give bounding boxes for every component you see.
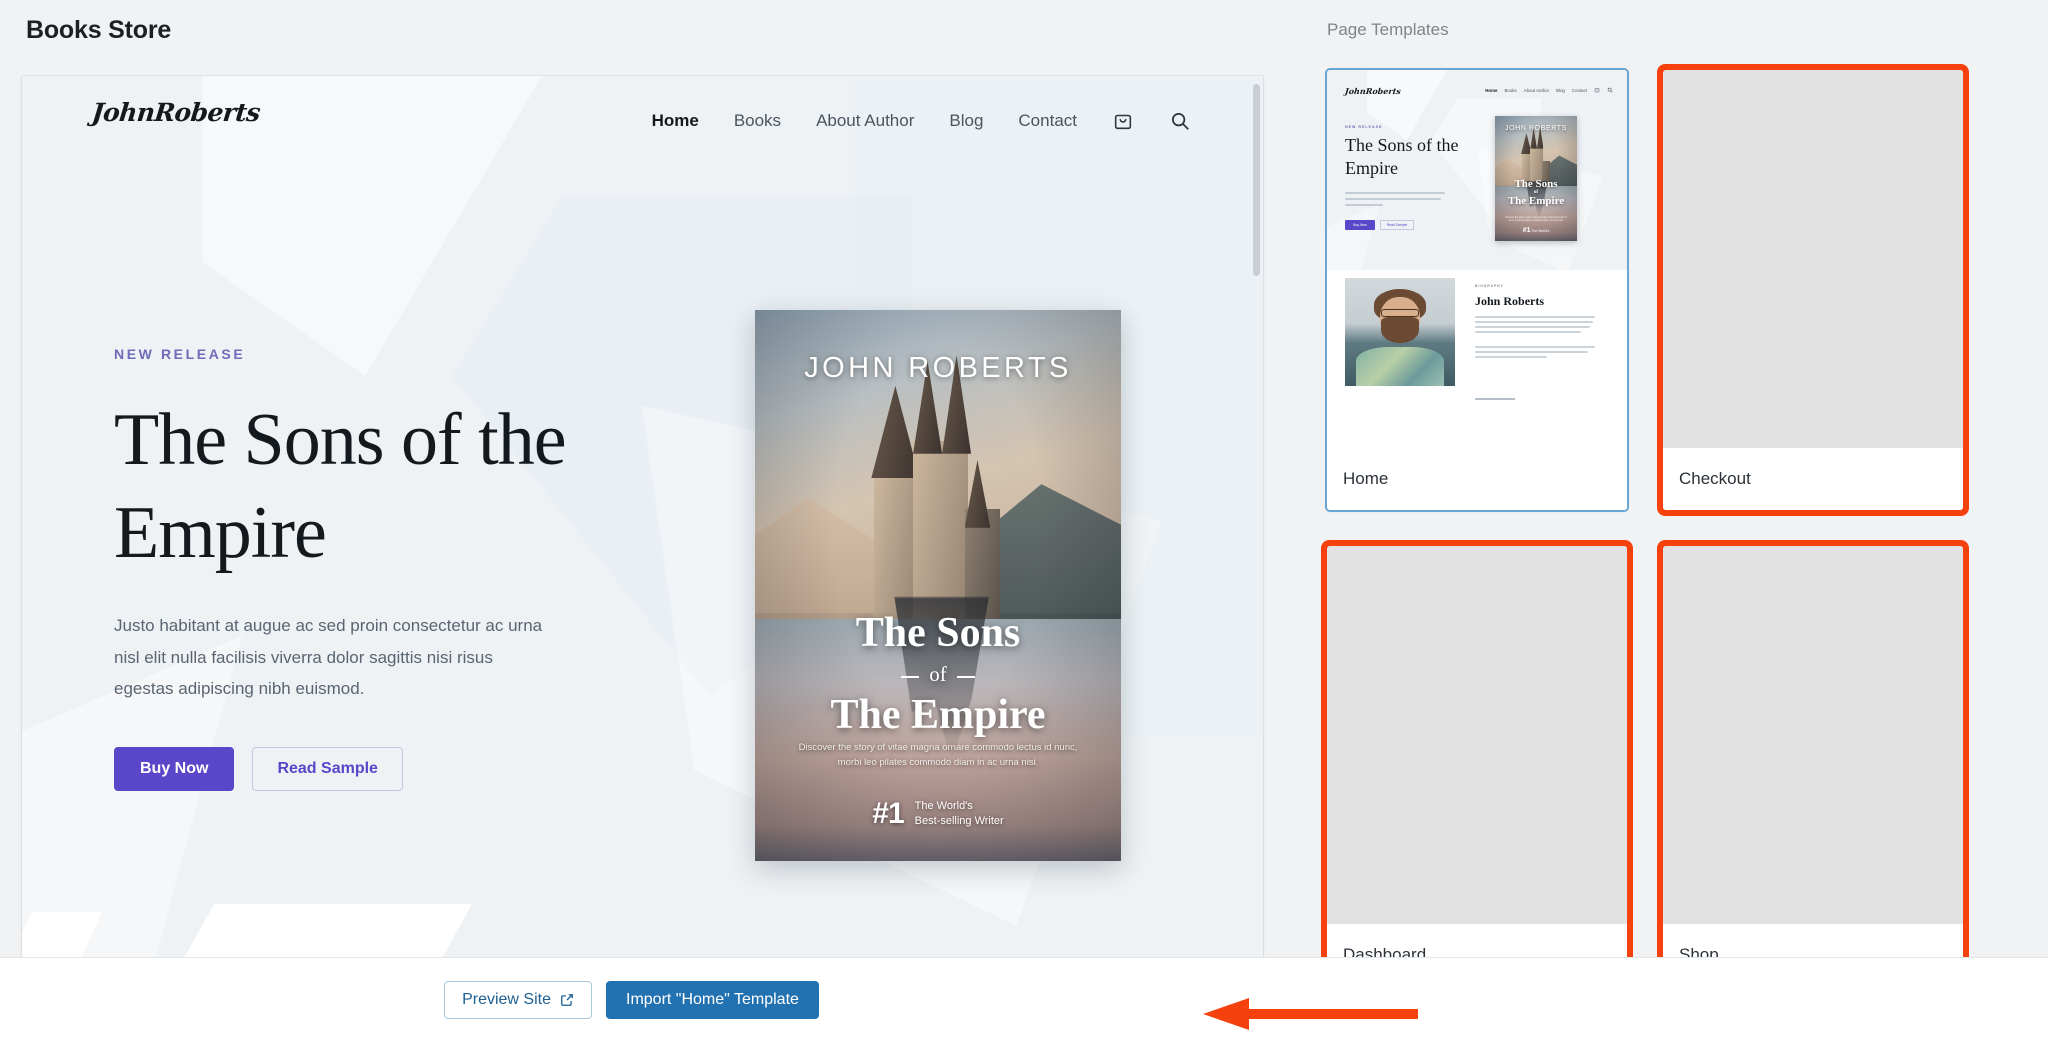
mini-author-photo — [1345, 278, 1455, 386]
shopping-bag-icon[interactable] — [1112, 110, 1134, 132]
template-thumbnail-dashboard — [1327, 546, 1627, 924]
cover-bestseller-badge: #1 The World's Best-selling Writer — [755, 797, 1121, 831]
preview-site-button[interactable]: Preview Site — [444, 981, 592, 1019]
external-link-icon — [560, 993, 574, 1007]
mini-read-sample-button: Read Sample — [1380, 220, 1414, 230]
page-templates-grid: JohnRoberts Home Books About Author Blog… — [1325, 68, 2027, 986]
buy-now-button[interactable]: Buy Now — [114, 746, 235, 791]
template-caption-checkout: Checkout — [1663, 448, 1963, 510]
site-nav-link-blog[interactable]: Blog — [949, 111, 983, 131]
page-templates-label: Page Templates — [1327, 20, 1449, 39]
cover-title: The Sons of The Empire — [755, 610, 1121, 739]
mini-hero-description — [1345, 192, 1445, 210]
cover-author-name: JOHN ROBERTS — [804, 352, 1072, 384]
site-logo[interactable]: JohnRoberts — [90, 98, 261, 127]
mini-cover-tagline: Discover the story of vitae magna ornare… — [1505, 217, 1567, 223]
mini-shopping-bag-icon — [1594, 87, 1600, 93]
template-caption-home: Home — [1327, 448, 1627, 510]
book-cover-image: JOHN ROBERTS The Sons of The Empire Disc… — [755, 310, 1121, 861]
bottom-action-bar: Preview Site Import "Home" Template — [0, 957, 2048, 1041]
preview-scrollbar[interactable] — [1253, 80, 1260, 953]
cover-badge-number: #1 — [872, 797, 904, 830]
import-template-button[interactable]: Import "Home" Template — [606, 981, 819, 1019]
hero-description: Justo habitant at augue ac sed proin con… — [114, 616, 543, 699]
mini-nav-home: Home — [1485, 87, 1498, 93]
mini-bio-name: John Roberts — [1475, 294, 1545, 308]
mini-hero-title: The Sons of the Empire — [1345, 135, 1459, 179]
template-card-shop[interactable]: Shop — [1663, 546, 1963, 986]
search-icon[interactable] — [1169, 110, 1191, 132]
cover-title-connector: of — [901, 659, 975, 690]
site-nav-link-books[interactable]: Books — [734, 111, 781, 131]
page-title: Books Store — [26, 16, 172, 44]
screen-root: Books Store JohnRoberts Home Books About… — [0, 0, 2048, 1041]
hero-text-block: NEW RELEASE The Sons of the Empire Justo… — [114, 346, 634, 791]
cover-title-line-2: The Empire — [830, 692, 1046, 739]
bottom-actions: Preview Site Import "Home" Template — [0, 958, 1241, 1041]
site-nav: JohnRoberts Home Books About Author Blog… — [22, 76, 1263, 168]
site-nav-links: Home Books About Author Blog Contact — [652, 110, 1191, 132]
hero-title-line-1: The Sons of the — [114, 399, 567, 481]
template-thumbnail-shop — [1663, 546, 1963, 924]
mini-cover-title: The Sons of The Empire — [1507, 178, 1565, 208]
mini-nav-about: About Author — [1523, 87, 1550, 93]
mini-search-icon — [1607, 87, 1613, 93]
mini-nav-contact: Contact — [1571, 87, 1587, 93]
mini-nav-books: Books — [1504, 87, 1517, 93]
mini-cover-author: JOHN ROBERTS — [1505, 125, 1567, 132]
site-nav-link-about-author[interactable]: About Author — [816, 111, 914, 131]
mini-buy-now-button: Buy Now — [1345, 220, 1375, 230]
template-card-home[interactable]: JohnRoberts Home Books About Author Blog… — [1325, 68, 1629, 512]
preview-scrollbar-thumb[interactable] — [1253, 84, 1260, 276]
hero-actions: Buy Now Read Sample — [114, 746, 634, 791]
mini-biography-section: BIOGRAPHY John Roberts — [1327, 270, 1627, 448]
mini-hero-eyebrow: NEW RELEASE — [1345, 125, 1383, 129]
site-preview-panel[interactable]: JohnRoberts Home Books About Author Blog… — [22, 76, 1263, 957]
template-thumbnail-checkout — [1663, 70, 1963, 448]
template-card-checkout[interactable]: Checkout — [1663, 70, 1963, 510]
template-thumbnail-home: JohnRoberts Home Books About Author Blog… — [1327, 70, 1627, 448]
annotation-arrow-icon — [1203, 998, 1418, 1030]
site-nav-link-home[interactable]: Home — [652, 111, 699, 131]
cover-badge-line-2: Best-selling Writer — [914, 815, 1004, 827]
hero-title: The Sons of the Empire — [114, 394, 634, 580]
cover-tagline: Discover the story of vitae magna ornare… — [798, 742, 1078, 769]
mini-nav-blog: Blog — [1556, 87, 1565, 93]
preview-site-label: Preview Site — [462, 991, 551, 1008]
mini-bio-body — [1475, 316, 1595, 361]
read-sample-button[interactable]: Read Sample — [252, 746, 403, 791]
mini-bio-divider — [1475, 398, 1515, 400]
mini-cover-badge: #1 The World's — [1522, 227, 1550, 234]
mini-site-logo: JohnRoberts — [1344, 86, 1402, 96]
hero-eyebrow: NEW RELEASE — [114, 346, 246, 362]
site-nav-link-contact[interactable]: Contact — [1018, 111, 1077, 131]
mini-site-nav: Home Books About Author Blog Contact — [1485, 87, 1613, 93]
mini-bio-eyebrow: BIOGRAPHY — [1475, 284, 1504, 288]
cover-badge-line-1: The World's — [914, 800, 973, 813]
castle-photo — [755, 310, 1121, 861]
hero-title-line-2: Empire — [114, 492, 327, 575]
cover-title-line-1: The Sons — [855, 610, 1021, 656]
mini-book-cover: JOHN ROBERTS The Sons of The Empire Disc… — [1495, 116, 1577, 241]
template-card-dashboard[interactable]: Dashboard — [1327, 546, 1627, 986]
